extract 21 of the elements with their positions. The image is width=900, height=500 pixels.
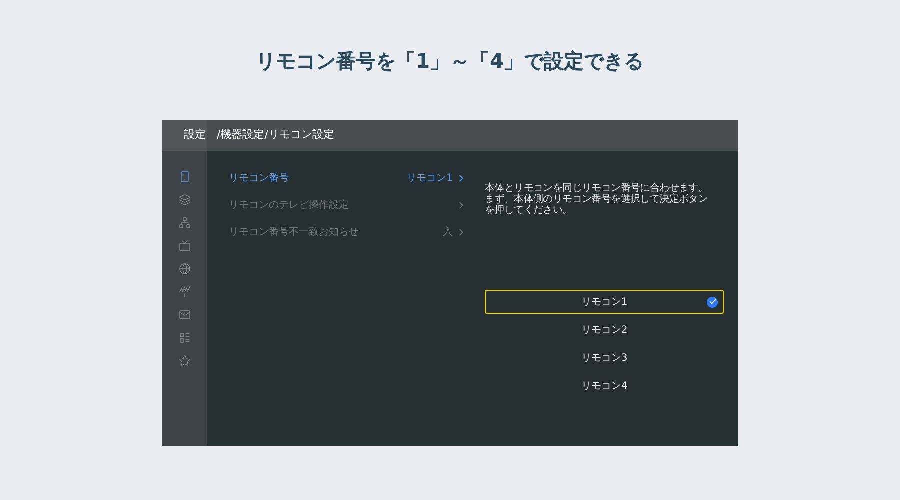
check-icon	[707, 296, 718, 308]
remote-option[interactable]: リモコン3	[485, 346, 724, 370]
network-icon[interactable]	[178, 217, 190, 229]
remote-option[interactable]: リモコン4	[485, 374, 724, 398]
page-heading: リモコン番号を「1」～「4」で設定できる	[256, 48, 644, 75]
remote-option[interactable]: リモコン1	[485, 290, 724, 314]
breadcrumb-path: /機器設定/リモコン設定	[217, 127, 334, 144]
description-line: を押してください。	[485, 205, 574, 216]
description-line: 本体とリモコンを同じリモコン番号に合わせます。	[485, 183, 710, 194]
tv-icon[interactable]	[178, 240, 190, 252]
section-title: 設定	[184, 127, 206, 144]
description-line: まず、本体側のリモコン番号を選択して決定ボタン	[485, 194, 710, 205]
remote-icon[interactable]	[178, 171, 190, 183]
menu-item[interactable]: リモコン番号 リモコン1	[229, 169, 467, 187]
star-icon[interactable]	[178, 355, 190, 367]
antenna-icon[interactable]	[178, 286, 190, 298]
globe-icon[interactable]	[178, 263, 190, 275]
mail-icon[interactable]	[178, 309, 190, 321]
list-icon[interactable]	[178, 332, 190, 344]
remote-option[interactable]: リモコン2	[485, 318, 724, 342]
layers-icon[interactable]	[178, 194, 190, 206]
